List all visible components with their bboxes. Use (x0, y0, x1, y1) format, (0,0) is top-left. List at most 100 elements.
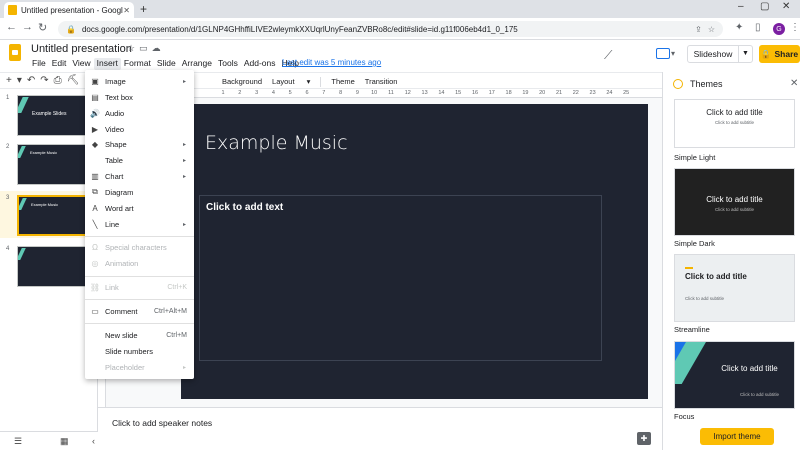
folder-icon[interactable]: ▭ (139, 43, 152, 53)
cloud-icon: ☁ (151, 43, 165, 53)
menu-bar: File Edit View Insert Format Slide Arran… (29, 58, 302, 70)
slide-thumbnail-4[interactable]: 4 (0, 242, 98, 289)
menu-item-video[interactable]: ▶ Video (85, 122, 194, 136)
layout-button[interactable]: Layout ▾ (272, 77, 310, 87)
url-input[interactable]: 🔒 docs.google.com/presentation/d/1GLNP4G… (58, 21, 723, 37)
undo-icon[interactable]: ↶ (27, 75, 40, 86)
menu-item-image[interactable]: ▣ Image ▸ (85, 74, 194, 88)
theme-card-streamline[interactable]: Click to add title Click to add subtitle (674, 254, 795, 322)
theme-card-focus[interactable]: Click to add title Click to add subtitle (674, 341, 795, 409)
filmstrip[interactable]: 1 Example Slides 2 Example Music 3 Examp… (0, 89, 98, 431)
ruler-tick: 22 (572, 90, 579, 96)
transition-button[interactable]: Transition (365, 77, 398, 87)
browser-menu-icon[interactable]: ⋮ (790, 22, 800, 33)
menu-item-label: Shape (105, 139, 127, 149)
maximize-icon[interactable]: ▢ (760, 1, 769, 12)
layout-label: Layout (272, 77, 295, 86)
present-meeting-icon[interactable] (656, 48, 670, 59)
share-button[interactable]: 🔒 Share (759, 45, 800, 63)
dropdown-icon[interactable]: ▾ (17, 75, 27, 86)
back-icon[interactable]: ← (6, 21, 17, 33)
menu-item-label: Video (105, 124, 125, 134)
menu-item-shape[interactable]: ◆ Shape ▸ (85, 137, 194, 151)
menu-item-chart[interactable]: ▥ Chart ▸ (85, 169, 194, 183)
theme-card-simple-light[interactable]: Click to add title Click to add subtitle (674, 99, 795, 148)
menu-item-slide-numbers[interactable]: Slide numbers (85, 344, 194, 358)
background-button[interactable]: Background (222, 77, 262, 87)
menu-item-line[interactable]: ╲ Line ▸ (85, 217, 194, 231)
menu-edit[interactable]: Edit (49, 58, 70, 70)
theme-label: Simple Light (674, 153, 716, 162)
menu-slide[interactable]: Slide (154, 58, 179, 70)
menu-item-label: Text box (105, 92, 133, 102)
speaker-notes[interactable]: Click to add speaker notes (98, 407, 662, 450)
menu-item-comment[interactable]: ▭ Comment Ctrl+Alt+M (85, 304, 194, 318)
thumbnail-preview[interactable] (17, 246, 88, 287)
menu-item-audio[interactable]: 🔊 Audio (85, 106, 194, 120)
thumbnail-preview[interactable]: Example Slides (17, 95, 88, 136)
bookmark-star-icon[interactable]: ☆ (708, 25, 715, 34)
chevron-down-icon[interactable]: ▾ (671, 49, 675, 58)
menu-arrange[interactable]: Arrange (179, 58, 215, 70)
menu-item-placeholder: Placeholder ▸ (85, 360, 194, 374)
thumbnail-preview[interactable]: Example Music (17, 195, 88, 236)
menu-view[interactable]: View (69, 58, 93, 70)
sidebar-icon[interactable]: ▯ (755, 22, 761, 33)
ruler-tick: 12 (404, 90, 411, 96)
slide-number: 4 (6, 246, 10, 252)
close-icon[interactable]: ✕ (790, 78, 798, 89)
slide-thumbnail-2[interactable]: 2 Example Music (0, 140, 98, 187)
paint-format-icon[interactable]: ⛏ (67, 75, 85, 86)
browser-tab[interactable]: Untitled presentation - Google S ✕ (4, 2, 134, 18)
menu-item-text-box[interactable]: ▤ Text box (85, 90, 194, 104)
thumbnail-preview[interactable]: Example Music (17, 144, 88, 185)
menu-file[interactable]: File (29, 58, 49, 70)
close-window-icon[interactable]: ✕ (782, 1, 790, 12)
slide-canvas[interactable]: Example Music Click to add text (181, 104, 648, 399)
theme-button[interactable]: Theme (331, 77, 354, 87)
menu-item-word-art[interactable]: A Word art (85, 201, 194, 215)
menu-item-table[interactable]: Table ▸ (85, 153, 194, 167)
reload-icon[interactable]: ↻ (38, 21, 47, 34)
menu-format[interactable]: Format (121, 58, 154, 70)
new-tab-button[interactable]: + (140, 2, 147, 16)
ribbon-graphic (18, 146, 26, 158)
slideshow-button[interactable]: Slideshow ▼ (687, 45, 753, 63)
submenu-arrow-icon: ▸ (182, 173, 186, 180)
avatar[interactable]: G (773, 23, 785, 35)
close-tab-icon[interactable]: ✕ (123, 6, 130, 15)
minimize-icon[interactable]: – (738, 1, 744, 12)
menu-item-new-slide[interactable]: New slide Ctrl+M (85, 328, 194, 342)
slideshow-dropdown-icon[interactable]: ▼ (738, 46, 752, 62)
ruler-tick: 23 (589, 90, 596, 96)
explore-icon[interactable]: ✚ (637, 432, 651, 445)
ruler-tick: 13 (421, 90, 428, 96)
menu-divider (85, 323, 194, 324)
import-theme-button[interactable]: Import theme (700, 428, 774, 445)
activity-trend-icon[interactable]: ⟋ (604, 48, 612, 63)
doc-title[interactable]: Untitled presentation (31, 43, 132, 55)
star-icon[interactable]: ☆ (127, 43, 139, 53)
menu-insert[interactable]: Insert (93, 58, 121, 70)
slide-body-placeholder[interactable]: Click to add text (199, 195, 602, 361)
grid-view-icon[interactable]: ▦ (60, 436, 69, 447)
menu-addons[interactable]: Add-ons (241, 58, 279, 70)
menu-item-diagram[interactable]: ⧉ Diagram (85, 185, 194, 199)
ruler-tick: 16 (471, 90, 479, 96)
filmstrip-view-icon[interactable]: ☰ (14, 436, 22, 447)
slide-thumbnail-1[interactable]: 1 Example Slides (0, 91, 98, 138)
slides-logo-icon[interactable] (9, 44, 21, 61)
share-page-icon[interactable]: ⇪ (695, 25, 702, 34)
theme-card-simple-dark[interactable]: Click to add title Click to add subtitle (674, 168, 795, 236)
collapse-panel-icon[interactable]: ‹ (92, 436, 95, 446)
menu-tools[interactable]: Tools (215, 58, 241, 70)
forward-icon[interactable]: → (22, 21, 33, 33)
slide-thumbnail-3[interactable]: 3 Example Music (0, 191, 98, 238)
redo-icon[interactable]: ↷ (40, 75, 53, 86)
extension-icon[interactable]: ✦ (735, 22, 743, 33)
last-edit-link[interactable]: Last edit was 5 minutes ago (282, 58, 381, 67)
ruler-tick: 1 (221, 90, 225, 96)
new-slide-icon[interactable]: + (6, 75, 17, 86)
print-icon[interactable]: ⎙ (54, 75, 67, 86)
slide-title[interactable]: Example Music (205, 132, 348, 154)
